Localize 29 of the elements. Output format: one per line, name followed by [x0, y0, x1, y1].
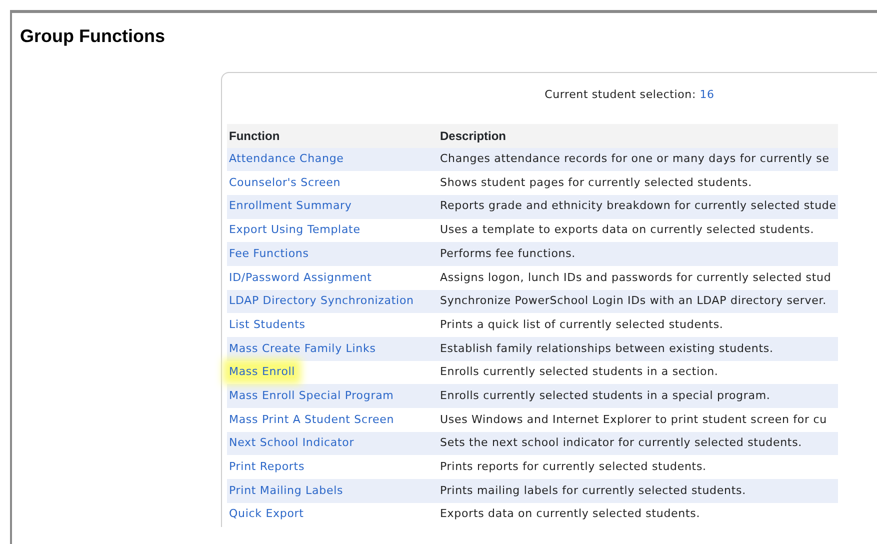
description-cell: Enrolls currently selected students in a section. — [438, 360, 838, 384]
description-cell: Synchronize PowerSchool Login IDs with an LDAP directory server. — [438, 290, 838, 314]
selection-count-link[interactable]: 16 — [700, 88, 714, 101]
description-cell: Sets the next school indicator for currently selected students. — [438, 432, 838, 456]
description-cell: Uses Windows and Internet Explorer to print student screen for cu — [438, 408, 838, 432]
page-title: Group Functions — [19, 25, 166, 47]
description-cell: Enrolls currently selected students in a special program. — [438, 384, 838, 408]
description-cell: Shows student pages for currently selected students. — [438, 171, 838, 195]
function-link[interactable]: Mass Enroll — [229, 365, 296, 378]
description-cell: Uses a template to exports data on currently selected students. — [438, 218, 838, 242]
description-cell: Exports data on currently selected students. — [438, 502, 838, 526]
selection-label: Current student selection: — [544, 88, 696, 101]
description-cell: Assigns logon, lunch IDs and passwords for currently selected stud — [438, 266, 838, 290]
description-cell: Establish family relationships between existing students. — [438, 337, 838, 361]
function-link[interactable]: List Students — [229, 318, 306, 331]
function-link[interactable]: Quick Export — [229, 507, 304, 520]
description-cell: Reports grade and ethnicity breakdown for currently selected stude — [438, 194, 838, 219]
column-header: Function — [227, 124, 438, 148]
description-cell: Prints mailing labels for currently selected students. — [438, 479, 838, 503]
description-cell: Changes attendance records for one or many days for currently se — [438, 148, 838, 172]
description-cell: Performs fee functions. — [438, 242, 838, 266]
function-link[interactable]: Counselor's Screen — [229, 176, 341, 189]
column-header: Description — [438, 124, 838, 148]
description-cell: Prints reports for currently selected students. — [438, 455, 838, 480]
function-link[interactable]: Print Reports — [229, 460, 305, 474]
function-link[interactable]: Export Using Template — [229, 223, 360, 236]
description-cell: Prints a quick list of currently selected students. — [438, 313, 838, 337]
function-link[interactable]: Mass Print A Student Screen — [229, 412, 394, 426]
function-link[interactable]: ID/Password Assignment — [229, 270, 372, 284]
